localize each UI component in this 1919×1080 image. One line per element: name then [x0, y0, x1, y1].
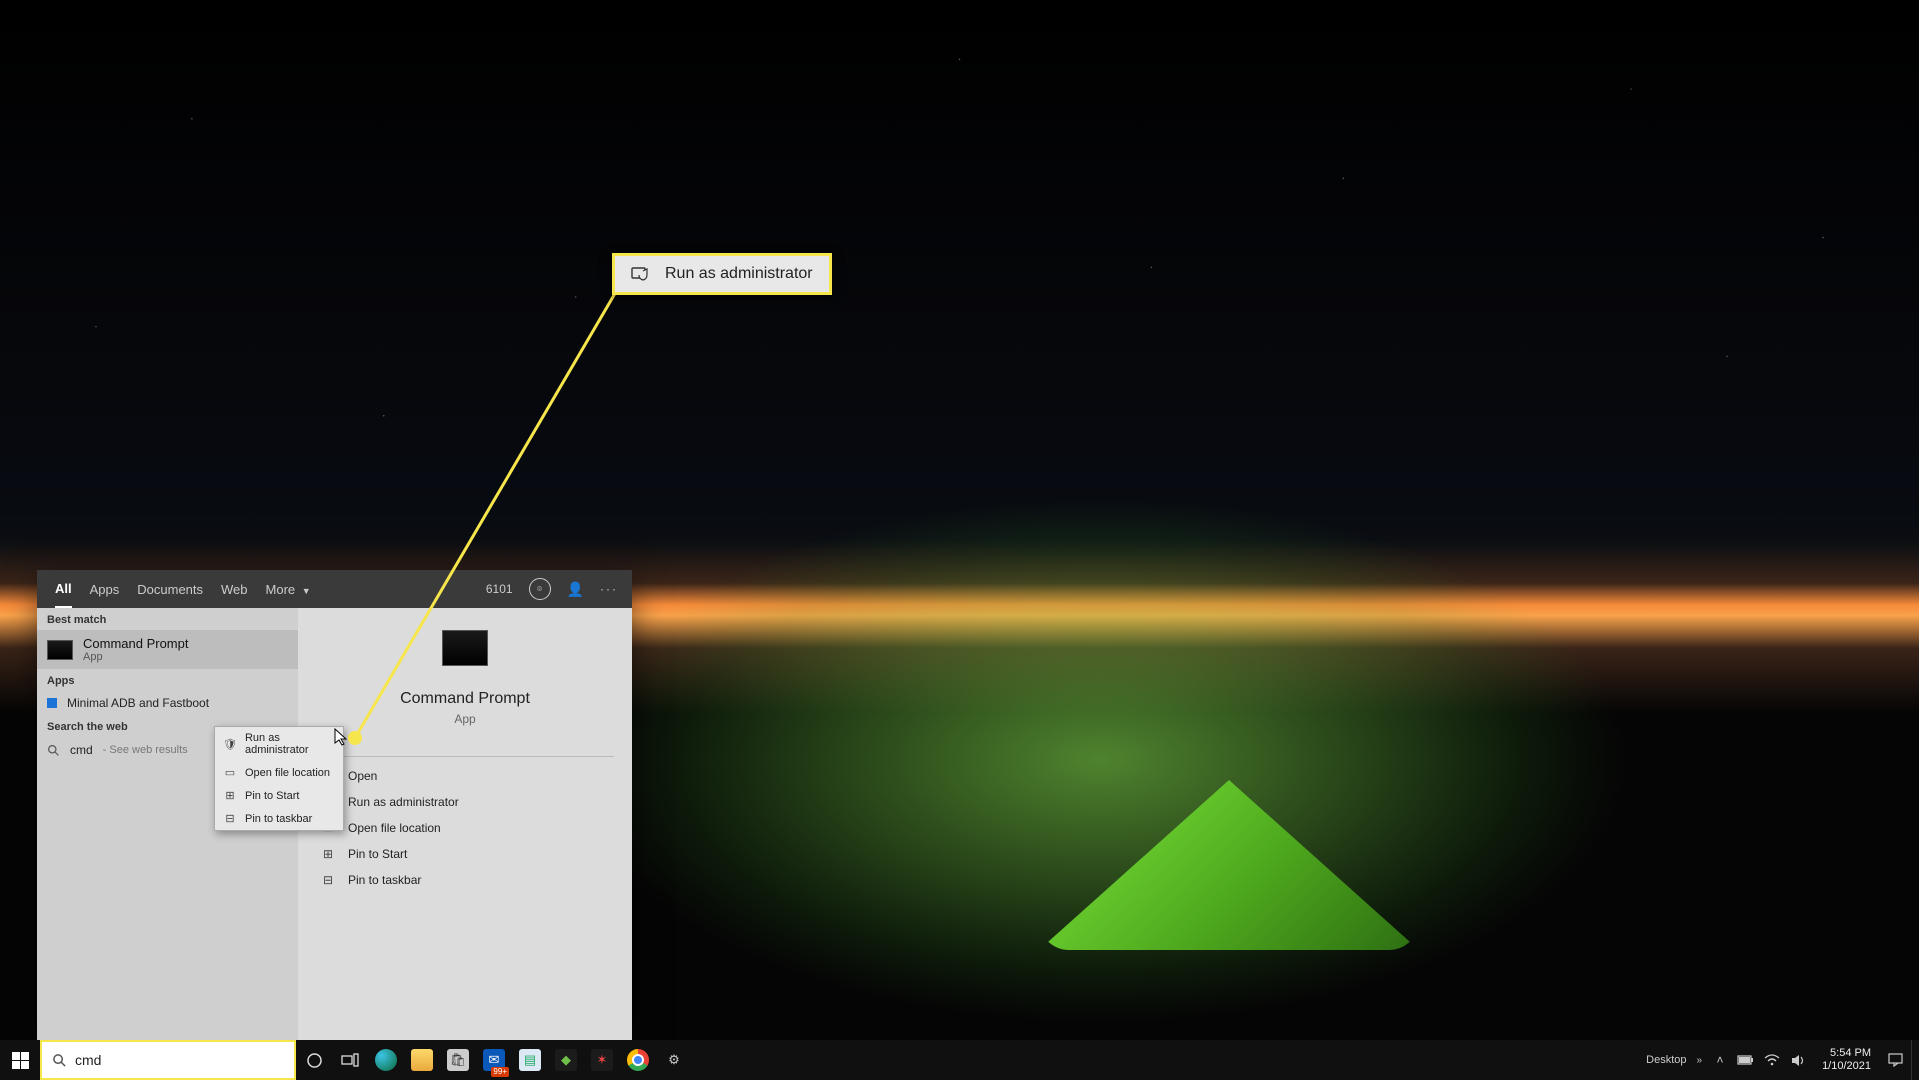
web-hint: - See web results — [103, 744, 188, 756]
show-desktop-button[interactable] — [1911, 1040, 1917, 1080]
tab-apps[interactable]: Apps — [90, 572, 120, 607]
search-box-value: cmd — [75, 1052, 101, 1068]
ctx-pin-taskbar-label: Pin to taskbar — [245, 813, 312, 825]
app-result-label: Minimal ADB and Fastboot — [67, 696, 209, 710]
desktop-toolbar-label[interactable]: Desktop — [1646, 1054, 1686, 1066]
task-view-icon[interactable] — [332, 1040, 368, 1080]
tray-battery-icon[interactable] — [1736, 1040, 1756, 1080]
chevron-down-icon: ▼ — [302, 586, 311, 596]
pin-start-icon: ⊞ — [223, 789, 237, 802]
action-run-admin-label: Run as administrator — [348, 795, 459, 809]
taskbar-app-edge[interactable] — [368, 1040, 404, 1080]
tab-more[interactable]: More ▼ — [266, 572, 311, 607]
clock-date: 1/10/2021 — [1822, 1060, 1871, 1073]
best-match-subtitle: App — [83, 651, 188, 663]
taskbar-app-notepad[interactable]: ▤ — [512, 1040, 548, 1080]
detail-subtitle: App — [454, 712, 475, 726]
action-open-loc-label: Open file location — [348, 821, 441, 835]
section-apps: Apps — [37, 669, 298, 691]
action-run-as-administrator[interactable]: 🛡 Run as administrator — [316, 789, 614, 815]
generic-app-icon: ✶ — [591, 1049, 613, 1071]
taskbar-search-box[interactable]: cmd — [40, 1040, 296, 1080]
edge-icon — [375, 1049, 397, 1071]
more-options-icon[interactable]: ··· — [600, 582, 618, 596]
windows-logo-icon — [12, 1052, 29, 1069]
file-explorer-icon — [411, 1049, 433, 1071]
ctx-pin-to-taskbar[interactable]: ⊟ Pin to taskbar — [215, 807, 343, 830]
wallpaper-stars — [0, 0, 1919, 594]
tab-more-label: More — [266, 582, 296, 597]
taskbar-right: Desktop » ˄ 5:54 PM 1/10/2021 — [1646, 1040, 1919, 1080]
action-open-label: Open — [348, 769, 377, 783]
action-open-file-location[interactable]: ▭ Open file location — [316, 815, 614, 841]
pin-taskbar-icon: ⊟ — [320, 873, 336, 887]
divider — [316, 756, 614, 757]
app-icon — [47, 698, 57, 708]
clock-time: 5:54 PM — [1822, 1047, 1871, 1060]
start-button[interactable] — [0, 1040, 40, 1080]
gear-icon: ⚙ — [663, 1049, 685, 1071]
taskbar-app-file-explorer[interactable] — [404, 1040, 440, 1080]
ctx-open-file-location[interactable]: ▭ Open file location — [215, 761, 343, 784]
action-open[interactable]: ▢ Open — [316, 763, 614, 789]
ctx-run-admin-label: Run as administrator — [245, 732, 335, 756]
tab-documents[interactable]: Documents — [137, 572, 203, 607]
taskbar-app-store[interactable]: 🛍 — [440, 1040, 476, 1080]
ctx-open-loc-label: Open file location — [245, 767, 330, 779]
ctx-pin-to-start[interactable]: ⊞ Pin to Start — [215, 784, 343, 807]
detail-title: Command Prompt — [400, 690, 530, 708]
taskbar-clock[interactable]: 5:54 PM 1/10/2021 — [1814, 1047, 1879, 1073]
rewards-icon[interactable]: ⌾ — [529, 578, 551, 600]
best-match-result[interactable]: Command Prompt App — [37, 630, 298, 669]
annotation-callout: Run as administrator — [612, 253, 832, 295]
cortana-circle-icon[interactable] — [296, 1040, 332, 1080]
search-icon — [52, 1053, 67, 1068]
tab-all[interactable]: All — [55, 571, 72, 608]
command-prompt-icon — [47, 640, 73, 660]
context-menu: 🛡 Run as administrator ▭ Open file locat… — [214, 726, 344, 831]
tray-wifi-icon[interactable] — [1762, 1040, 1782, 1080]
search-icon — [47, 744, 60, 757]
app-result-minimal-adb[interactable]: Minimal ADB and Fastboot — [37, 691, 298, 715]
taskbar-app-mail[interactable]: ✉99+ — [476, 1040, 512, 1080]
chrome-icon — [627, 1049, 649, 1071]
action-pin-taskbar-label: Pin to taskbar — [348, 873, 421, 887]
tab-web[interactable]: Web — [221, 572, 248, 607]
detail-actions: ▢ Open 🛡 Run as administrator ▭ Open fil… — [316, 763, 614, 893]
wallpaper-tent — [1039, 780, 1419, 950]
action-pin-to-taskbar[interactable]: ⊟ Pin to taskbar — [316, 867, 614, 893]
action-pin-to-start[interactable]: ⊞ Pin to Start — [316, 841, 614, 867]
mouse-cursor — [334, 728, 348, 746]
detail-app-icon — [442, 630, 488, 666]
tray-volume-icon[interactable] — [1788, 1040, 1808, 1080]
people-icon[interactable]: 👤 — [567, 581, 584, 598]
action-pin-start-label: Pin to Start — [348, 847, 407, 861]
notification-center-icon[interactable] — [1885, 1040, 1905, 1080]
taskbar-app-pycharm[interactable]: ◆ — [548, 1040, 584, 1080]
callout-label: Run as administrator — [665, 265, 813, 283]
admin-shield-icon — [631, 265, 651, 283]
web-term: cmd — [70, 743, 93, 757]
folder-icon: ▭ — [223, 766, 237, 779]
pycharm-icon: ◆ — [555, 1049, 577, 1071]
pin-start-icon: ⊞ — [320, 847, 336, 861]
pin-taskbar-icon: ⊟ — [223, 812, 237, 825]
best-match-title: Command Prompt — [83, 636, 188, 651]
ctx-pin-start-label: Pin to Start — [245, 790, 299, 802]
taskbar-app-generic-red[interactable]: ✶ — [584, 1040, 620, 1080]
rewards-points: 6101 — [486, 582, 513, 596]
notepad-icon: ▤ — [519, 1049, 541, 1071]
mail-badge: 99+ — [491, 1067, 509, 1077]
toolbar-overflow-icon[interactable]: » — [1697, 1055, 1703, 1066]
store-icon: 🛍 — [447, 1049, 469, 1071]
taskbar-app-settings[interactable]: ⚙ — [656, 1040, 692, 1080]
tray-chevron-up-icon[interactable]: ˄ — [1710, 1040, 1730, 1080]
search-tabs: All Apps Documents Web More ▼ 6101 ⌾ 👤 ·… — [37, 570, 632, 608]
taskbar-app-chrome[interactable] — [620, 1040, 656, 1080]
search-detail-column: Command Prompt App ▢ Open 🛡 Run as admin… — [298, 608, 632, 1040]
admin-shield-icon: 🛡 — [223, 738, 237, 751]
ctx-run-as-administrator[interactable]: 🛡 Run as administrator — [215, 727, 343, 761]
section-best-match: Best match — [37, 608, 298, 630]
